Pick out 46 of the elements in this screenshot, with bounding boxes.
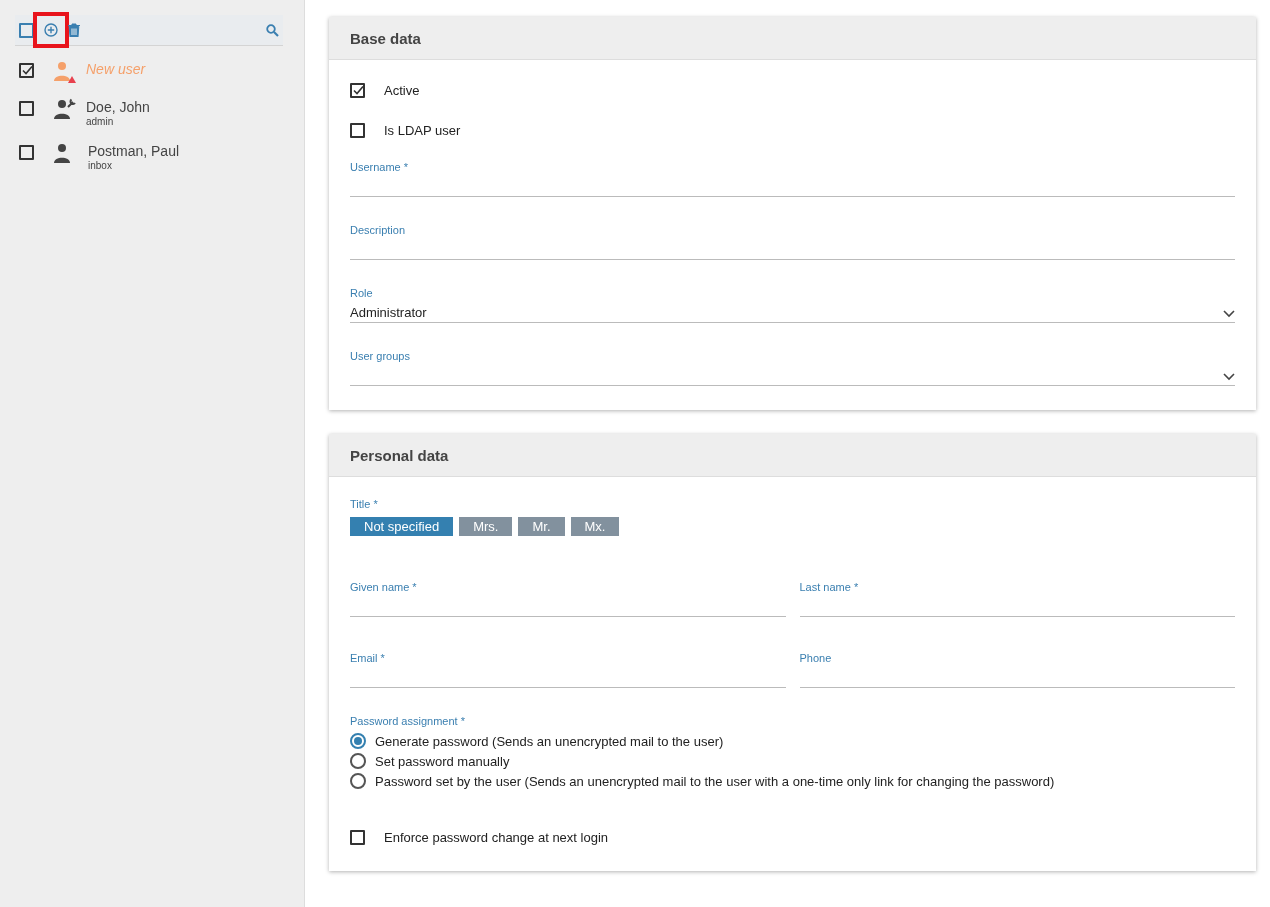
field-label: User groups — [350, 349, 411, 363]
checkbox-label: Enforce password change at next login — [384, 829, 609, 845]
user-name[interactable]: Postman, Paul — [88, 142, 180, 160]
user-name[interactable]: Doe, John — [86, 98, 150, 116]
select-all-checkbox[interactable] — [19, 22, 34, 38]
delete-button[interactable] — [68, 23, 80, 37]
field-label: Role — [350, 286, 374, 300]
checkbox[interactable] — [350, 122, 365, 138]
select-field[interactable]: Administrator — [350, 300, 1235, 323]
field-label: Password assignment * — [350, 714, 466, 728]
checkbox[interactable] — [350, 82, 365, 98]
radio-label: Generate password (Sends an unencrypted mail to the user) — [375, 733, 724, 749]
search-icon — [266, 23, 279, 37]
title-option[interactable]: Not specified — [350, 517, 454, 536]
field-label: Email * — [350, 651, 386, 665]
field-label: Username * — [350, 160, 410, 174]
user-login: admin — [86, 116, 115, 128]
radio-button[interactable] — [350, 773, 366, 789]
radio-label: Set password manually — [375, 753, 510, 769]
search-button[interactable] — [266, 23, 279, 37]
card-title: Base data — [350, 29, 421, 47]
field-label: Description — [350, 223, 407, 237]
field-label: Last name * — [799, 580, 860, 594]
chevron-down-icon — [1223, 373, 1235, 381]
plus-circle-icon — [44, 23, 58, 37]
radio-button[interactable] — [350, 733, 366, 749]
trash-icon — [68, 23, 80, 37]
title-option[interactable]: Mrs. — [459, 517, 513, 536]
chevron-down-icon — [1223, 310, 1235, 318]
checkbox[interactable] — [19, 101, 34, 116]
checkbox[interactable] — [350, 829, 365, 845]
checkbox-label: Is LDAP user — [384, 122, 461, 138]
field-label: Phone — [799, 651, 833, 665]
card-title: Personal data — [350, 446, 449, 464]
checkbox-label: Active — [384, 82, 420, 98]
title-option[interactable]: Mr. — [518, 517, 565, 536]
checkbox[interactable] — [19, 63, 34, 78]
user-icon — [54, 144, 70, 163]
title-option[interactable]: Mx. — [570, 517, 620, 536]
field-value: Administrator — [350, 304, 427, 322]
user-login: inbox — [88, 160, 113, 172]
field-label: Given name * — [350, 580, 418, 594]
radio-button[interactable] — [350, 753, 366, 769]
checkbox[interactable] — [19, 145, 34, 160]
radio-label: Password set by the user (Sends an unencrypted mail to the user with a one-time only link for changing the password) — [375, 773, 1055, 789]
field-label: Title * — [350, 497, 379, 511]
